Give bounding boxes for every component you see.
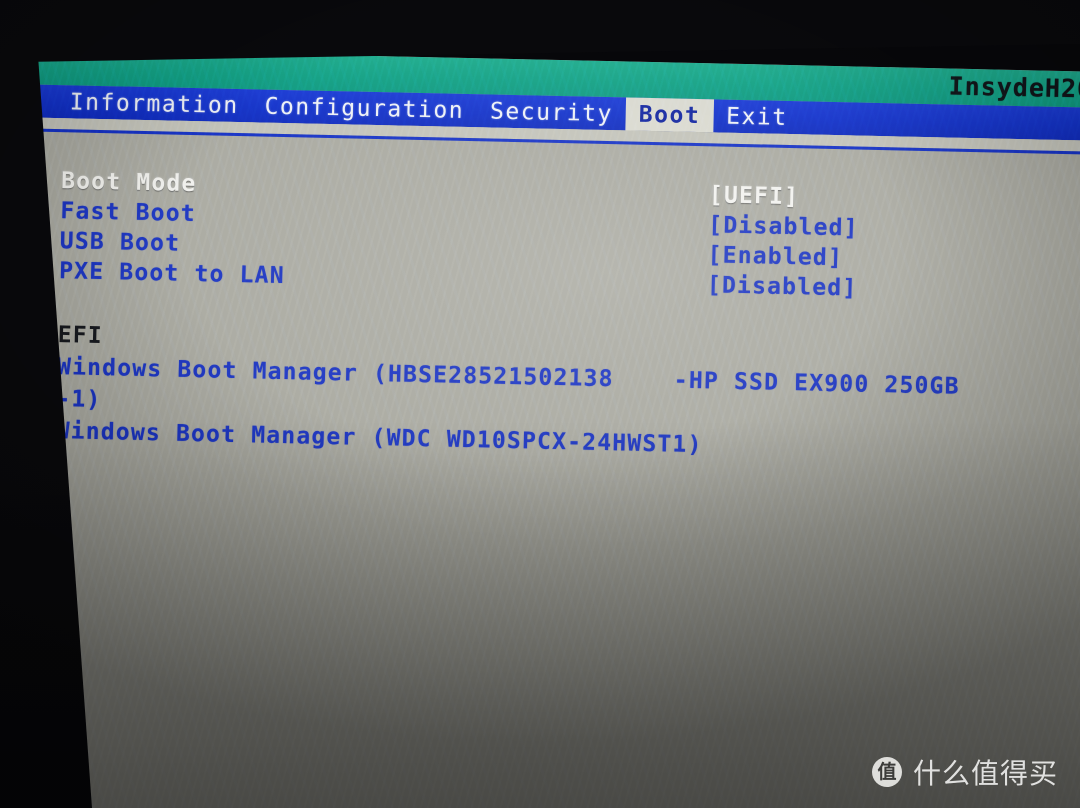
- setting-value[interactable]: [UEFI]: [709, 182, 800, 210]
- boot-settings-pane: Boot Mode [UEFI] Fast Boot [Disabled] US…: [9, 128, 1080, 808]
- tab-configuration[interactable]: Configuration: [251, 89, 477, 127]
- efi-heading: EFI: [57, 322, 104, 350]
- setting-value[interactable]: [Disabled]: [708, 212, 859, 241]
- setting-label: PXE Boot to LAN: [58, 258, 286, 290]
- watermark: 值 什么值得买: [871, 752, 1058, 792]
- setting-label: Fast Boot: [60, 198, 197, 228]
- bios-screen-photo: InsydeH20 Setu Information Configuration…: [0, 0, 1080, 808]
- menu-left-spacer: [8, 84, 57, 118]
- setting-value[interactable]: [Disabled]: [707, 272, 858, 301]
- setting-label: Boot Mode: [60, 168, 197, 198]
- efi-entry-label: -1): [56, 386, 102, 414]
- tab-security[interactable]: Security: [477, 94, 626, 130]
- setting-value[interactable]: [Enabled]: [707, 242, 843, 271]
- boot-settings-list: Boot Mode [UEFI] Fast Boot [Disabled] US…: [59, 166, 1080, 311]
- tab-information[interactable]: Information: [56, 85, 252, 122]
- tab-exit[interactable]: Exit: [713, 99, 801, 134]
- setup-body: Boot Mode [UEFI] Fast Boot [Disabled] US…: [0, 116, 1080, 808]
- monitor-screen: InsydeH20 Setu Information Configuration…: [0, 48, 1080, 808]
- smzdm-logo-icon: 值: [871, 757, 902, 787]
- efi-boot-order-list: EFI Windows Boot Manager (HBSE2852150213…: [55, 320, 1080, 473]
- setup-utility-title: InsydeH20 Setu: [948, 71, 1080, 105]
- setting-label: USB Boot: [59, 228, 181, 257]
- watermark-text: 什么值得买: [912, 757, 1058, 790]
- tab-boot[interactable]: Boot: [625, 97, 714, 133]
